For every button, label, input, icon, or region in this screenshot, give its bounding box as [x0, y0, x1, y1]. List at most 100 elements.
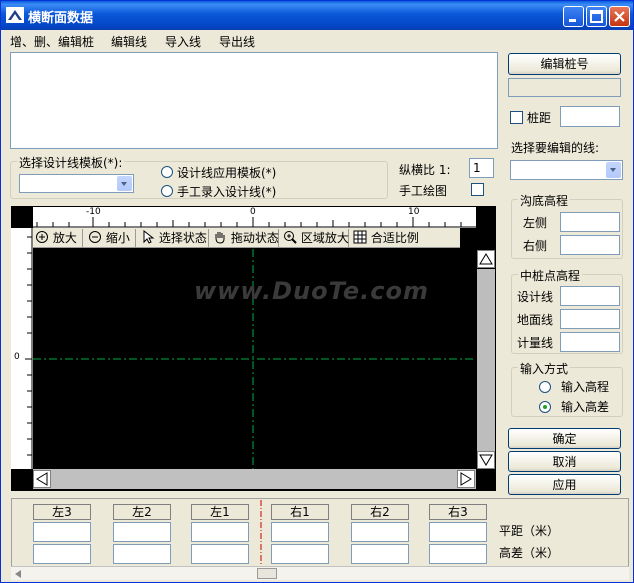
ground-line-input[interactable]: [560, 309, 620, 329]
scroll-right-button[interactable]: [457, 470, 475, 488]
select-mode-button[interactable]: 选择状态: [141, 229, 209, 247]
chevron-down-icon[interactable]: [117, 176, 132, 191]
radio-apply-template[interactable]: [161, 166, 173, 178]
select-mode-label: 选择状态: [158, 231, 207, 245]
scroll-left-arrow-icon: [15, 570, 21, 578]
plot-toolbar: 放大 缩小 选择状态 拖动状态 区域放大 合适比例: [33, 228, 460, 248]
maximize-button[interactable]: [586, 6, 607, 27]
pile-number-display: [508, 78, 621, 97]
table-horizontal-scrollbar[interactable]: [11, 566, 629, 580]
ditch-right-input[interactable]: [560, 235, 620, 255]
drag-mode-button[interactable]: 拖动状态: [211, 229, 279, 247]
measure-line-label: 计量线: [517, 336, 554, 350]
window-title: 横断面数据: [28, 11, 94, 26]
zoom-in-icon: [36, 231, 48, 243]
close-icon: [614, 11, 625, 22]
radio-manual-input-label: 手工录入设计线(*): [177, 185, 277, 199]
vertical-scrollbar[interactable]: [476, 249, 496, 471]
col-right3: 右3: [429, 504, 487, 520]
maximize-icon: [590, 10, 603, 23]
pile-distance-label: 桩距: [527, 111, 552, 125]
ditch-right-label: 右侧: [523, 239, 548, 253]
radio-input-elevation[interactable]: [539, 381, 551, 393]
hand-draw-checkbox[interactable]: [471, 183, 484, 196]
zoom-in-button[interactable]: 放大: [33, 229, 83, 247]
center-group-title: 中桩点高程: [518, 267, 583, 284]
aspect-ratio-input[interactable]: 1: [469, 158, 494, 178]
radio-input-height-diff[interactable]: [539, 401, 551, 413]
minimize-icon: [569, 19, 576, 22]
table-scroll-thumb[interactable]: [257, 568, 277, 579]
ditch-left-input[interactable]: [560, 212, 620, 232]
cancel-button[interactable]: 取消: [508, 451, 621, 472]
scroll-down-button[interactable]: [477, 451, 495, 469]
minimize-button[interactable]: [563, 6, 584, 27]
close-button[interactable]: [609, 6, 630, 27]
col-left2: 左2: [113, 504, 171, 520]
zoom-out-button[interactable]: 缩小: [86, 229, 136, 247]
line-select[interactable]: [510, 160, 623, 180]
height-right1[interactable]: [271, 544, 329, 564]
menu-edit-line[interactable]: 编辑线: [111, 33, 147, 50]
distance-left1[interactable]: [191, 522, 249, 542]
vruler-ticks: [25, 228, 33, 469]
vertical-ruler: 0: [11, 228, 33, 469]
height-left3[interactable]: [33, 544, 91, 564]
horizontal-ruler: -10 0 10: [33, 207, 476, 228]
design-line-input[interactable]: [560, 286, 620, 306]
area-zoom-label: 区域放大: [300, 231, 349, 245]
area-zoom-icon: [284, 231, 297, 244]
ruler-label-10: 10: [408, 207, 420, 217]
height-right2[interactable]: [351, 544, 409, 564]
template-select[interactable]: [19, 174, 134, 193]
distance-right2[interactable]: [351, 522, 409, 542]
scroll-up-button[interactable]: [477, 250, 495, 268]
ruler-label-minus10: -10: [86, 207, 101, 217]
area-zoom-button[interactable]: 区域放大: [281, 229, 349, 247]
menu-import-line[interactable]: 导入线: [165, 33, 201, 50]
pile-distance-checkbox[interactable]: [510, 111, 523, 124]
scroll-left-button[interactable]: [33, 470, 51, 488]
row-label-distance: 平距（米）: [499, 524, 560, 538]
triangle-right-icon: [460, 472, 472, 486]
pile-distance-input[interactable]: [560, 106, 620, 127]
drag-mode-label: 拖动状态: [230, 231, 279, 245]
input-mode-title: 输入方式: [518, 360, 571, 377]
height-left1[interactable]: [191, 544, 249, 564]
cursor-arrow-icon: [143, 229, 155, 244]
height-right3[interactable]: [429, 544, 487, 564]
radio-manual-input[interactable]: [161, 185, 173, 197]
confirm-button[interactable]: 确定: [508, 428, 621, 449]
ground-line-label: 地面线: [517, 313, 554, 327]
zoom-in-label: 放大: [52, 231, 77, 245]
measure-line-input[interactable]: [560, 332, 620, 352]
radio-input-height-diff-label: 输入高差: [561, 400, 610, 414]
distance-right3[interactable]: [429, 522, 487, 542]
grid-icon: [353, 230, 367, 244]
col-left3: 左3: [33, 504, 91, 520]
col-right2: 右2: [351, 504, 409, 520]
design-line-label: 设计线: [517, 290, 554, 304]
horizontal-scrollbar[interactable]: [33, 469, 476, 489]
vruler-label-0: 0: [14, 352, 20, 362]
menu-export-line[interactable]: 导出线: [219, 33, 255, 50]
scroll-track[interactable]: [477, 269, 495, 451]
app-icon: [6, 7, 24, 23]
ditch-left-label: 左侧: [523, 216, 548, 230]
pile-list[interactable]: [10, 52, 498, 149]
chevron-down-icon[interactable]: [606, 162, 621, 178]
menu-bar: 增、删、编辑桩 编辑线 导入线 导出线: [2, 30, 633, 50]
distance-left3[interactable]: [33, 522, 91, 542]
fit-scale-label: 合适比例: [370, 231, 419, 245]
menu-edit-pile[interactable]: 增、删、编辑桩: [10, 33, 94, 50]
apply-button[interactable]: 应用: [508, 474, 621, 495]
distance-right1[interactable]: [271, 522, 329, 542]
height-left2[interactable]: [113, 544, 171, 564]
radio-input-elevation-label: 输入高程: [561, 380, 610, 394]
triangle-up-icon: [479, 253, 493, 265]
radio-apply-template-label: 设计线应用模板(*): [177, 166, 277, 180]
edit-pile-button[interactable]: 编辑桩号: [508, 53, 621, 75]
distance-left2[interactable]: [113, 522, 171, 542]
fit-scale-button[interactable]: 合适比例: [351, 229, 427, 247]
template-group-title: 选择设计线模板(*):: [17, 154, 125, 171]
